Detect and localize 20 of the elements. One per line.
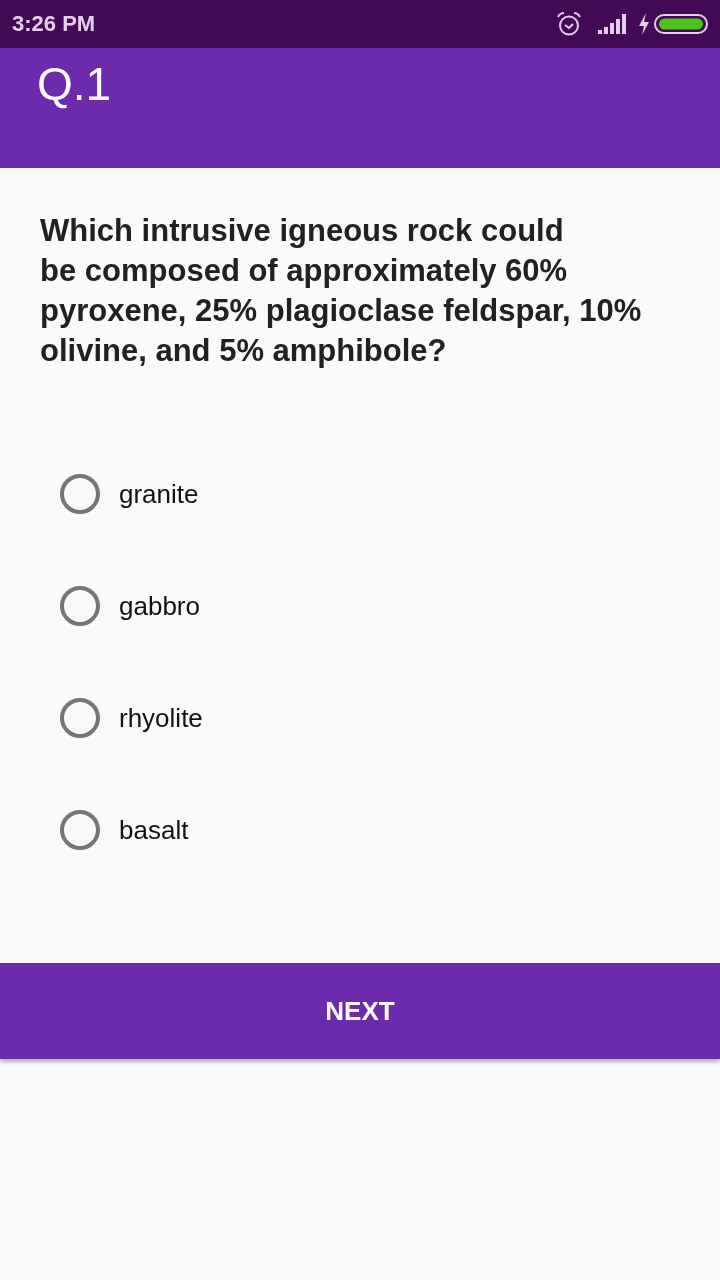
radio-button-icon[interactable] [60,586,100,626]
status-time: 3:26 PM [12,11,96,37]
option-label: rhyolite [119,702,203,734]
answer-option[interactable]: gabbro [60,586,200,626]
radio-button-icon[interactable] [60,698,100,738]
option-label: basalt [119,814,189,846]
answer-option[interactable]: rhyolite [60,698,203,738]
option-label: granite [119,478,199,510]
answer-option[interactable]: basalt [60,810,189,850]
signal-icon [598,14,628,34]
charging-bolt-icon [638,13,650,35]
battery-icon [654,14,708,34]
option-label: gabbro [119,590,200,622]
alarm-clock-icon [556,11,582,37]
question-number-title: Q.1 [37,58,112,110]
answer-option[interactable]: granite [60,474,199,514]
radio-button-icon[interactable] [60,810,100,850]
question-text: Which intrusive igneous rock could be composed of approximately 60% pyroxene, 25% plagioclase feldspar, 10% olivine, and 5% amphibole? [40,212,643,370]
radio-button-icon[interactable] [60,474,100,514]
next-button[interactable]: NEXT [0,963,720,1059]
